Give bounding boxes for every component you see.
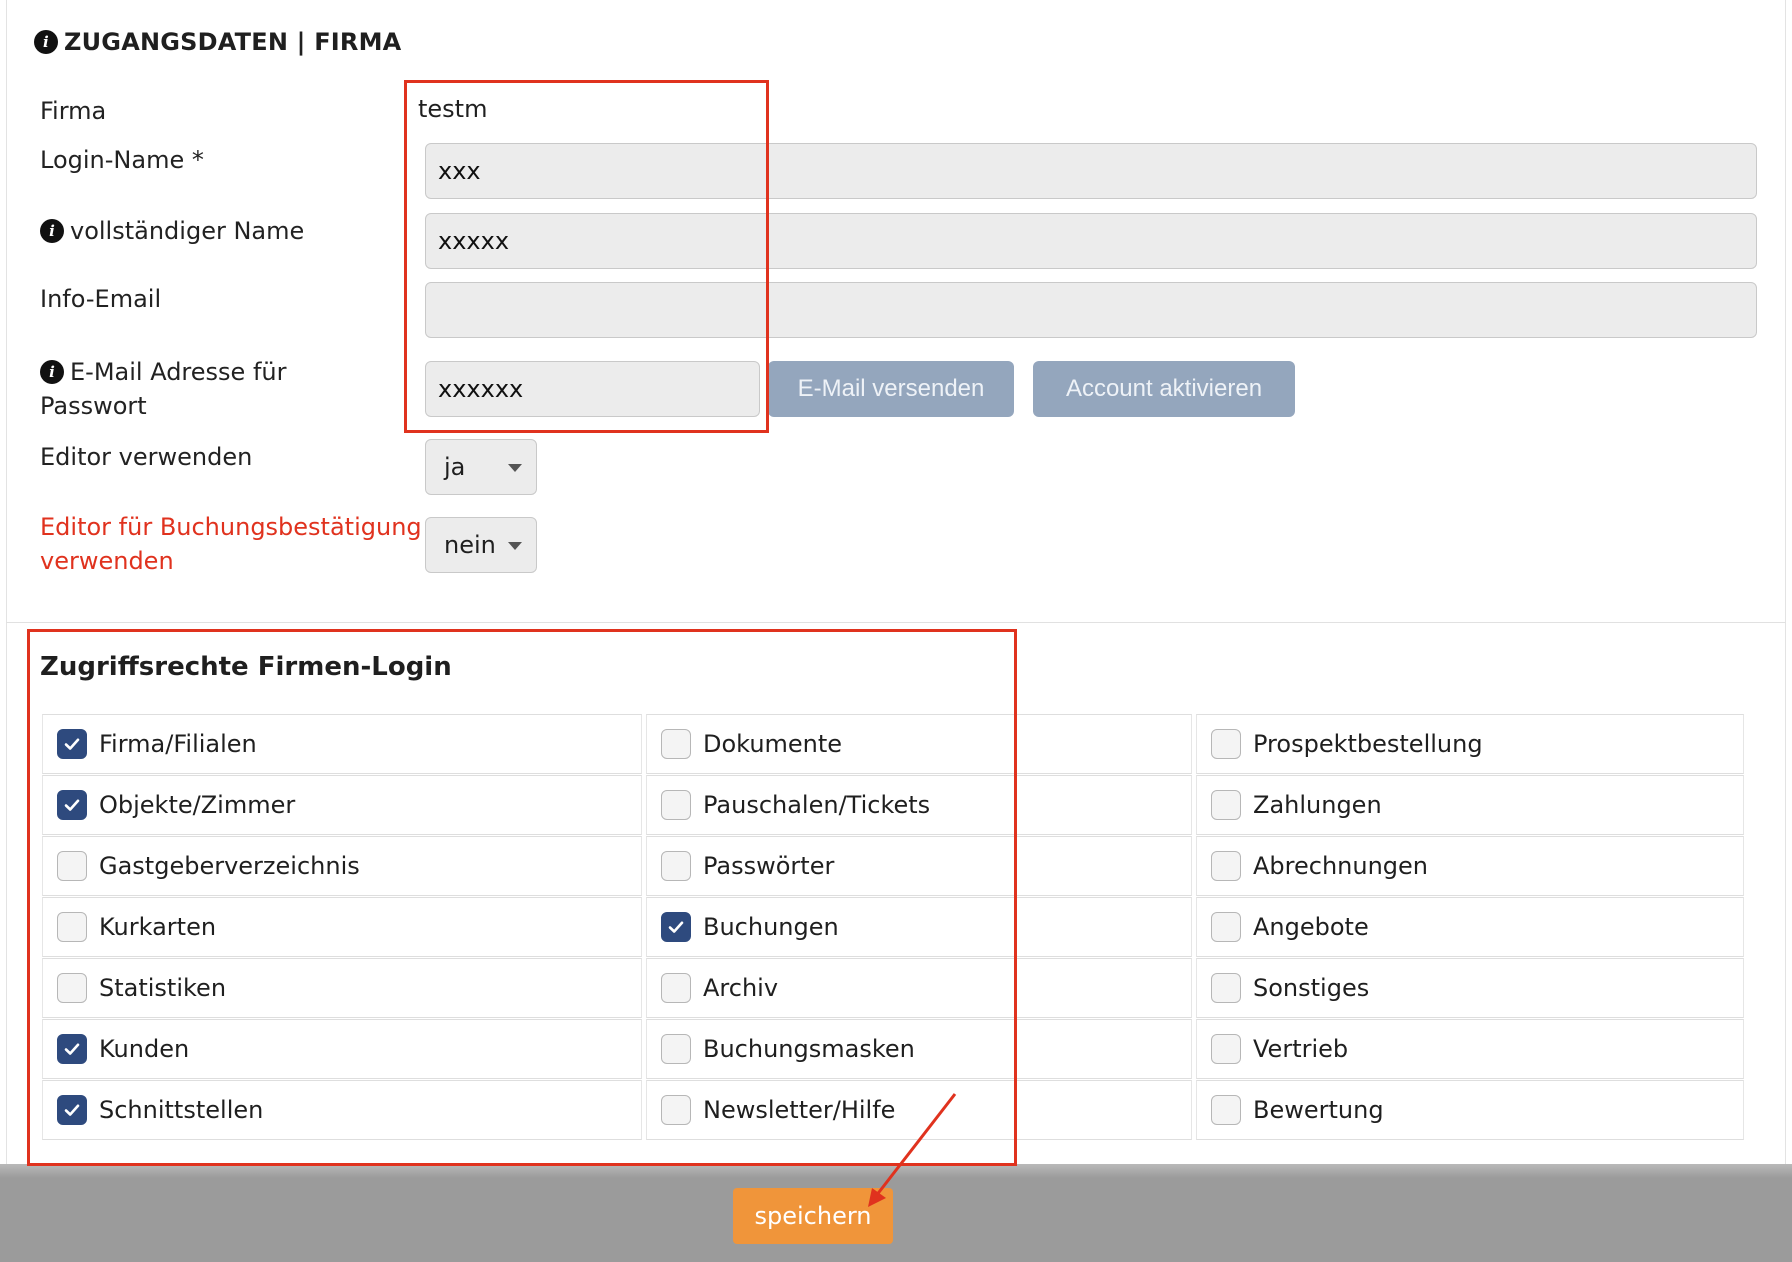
permission-item[interactable]: Abrechnungen [1196,836,1744,896]
footer-shadow [0,1164,1792,1178]
highlight-box-inputs [404,80,769,433]
section-title-text: ZUGANGSDATEN | FIRMA [64,28,402,56]
permission-item[interactable]: Vertrieb [1196,1019,1744,1079]
permission-label: Prospektbestellung [1253,730,1483,758]
info-email-label: Info-Email [40,285,162,313]
section-title: i ZUGANGSDATEN | FIRMA [34,28,401,56]
permission-checkbox[interactable] [1211,973,1241,1003]
login-name-label: Login-Name * [40,146,204,174]
permission-label: Bewertung [1253,1096,1384,1124]
info-icon: i [34,30,58,54]
info-icon[interactable]: i [40,219,64,243]
permission-label: Sonstiges [1253,974,1370,1002]
permission-checkbox[interactable] [1211,729,1241,759]
caret-down-icon [508,542,522,550]
password-email-label: i E-Mail Adresse für Passwort [40,355,286,423]
caret-down-icon [508,464,522,472]
editor-booking-label-line2: verwenden [40,547,174,575]
fullname-label: i vollständiger Name [40,214,304,248]
permission-item[interactable]: Bewertung [1196,1080,1744,1140]
editor-select-value: ja [444,453,466,481]
password-email-label-line1: E-Mail Adresse für [70,358,287,386]
permission-label: Abrechnungen [1253,852,1429,880]
permission-label: Vertrieb [1253,1035,1349,1063]
permission-checkbox[interactable] [1211,1034,1241,1064]
permission-item[interactable]: Sonstiges [1196,958,1744,1018]
firma-label: Firma [40,97,107,125]
fullname-label-text: vollständiger Name [70,217,305,245]
permission-label: Zahlungen [1253,791,1382,819]
save-button[interactable]: speichern [733,1188,893,1244]
editor-booking-select-value: nein [444,531,496,559]
footer-bar [0,1164,1792,1262]
editor-booking-label: Editor für Buchungsbestätigung verwenden [40,510,422,578]
editor-booking-label-line1: Editor für Buchungsbestätigung [40,513,422,541]
info-icon[interactable]: i [40,360,64,384]
editor-label: Editor verwenden [40,443,253,471]
highlight-box-permissions [27,629,1017,1166]
permission-item[interactable]: Angebote [1196,897,1744,957]
permission-item[interactable]: Prospektbestellung [1196,714,1744,774]
permission-checkbox[interactable] [1211,851,1241,881]
permission-checkbox[interactable] [1211,912,1241,942]
permission-item[interactable]: Zahlungen [1196,775,1744,835]
permission-checkbox[interactable] [1211,790,1241,820]
permission-label: Angebote [1253,913,1369,941]
permission-checkbox[interactable] [1211,1095,1241,1125]
password-email-label-line2: Passwort [40,392,147,420]
activate-account-button[interactable]: Account aktivieren [1033,361,1295,417]
editor-booking-select[interactable]: nein [425,517,537,573]
editor-select[interactable]: ja [425,439,537,495]
section-divider [6,622,1786,623]
send-email-button[interactable]: E-Mail versenden [768,361,1014,417]
